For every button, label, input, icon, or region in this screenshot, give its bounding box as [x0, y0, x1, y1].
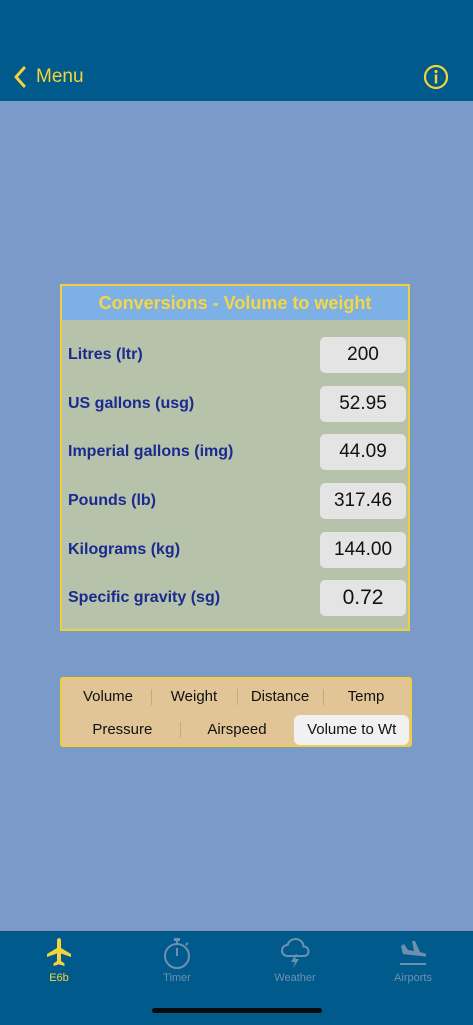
- tab-label-weather: Weather: [274, 972, 316, 984]
- segment-pressure[interactable]: Pressure: [65, 715, 180, 745]
- specific-gravity-field[interactable]: 0.72: [320, 580, 406, 616]
- conversion-type-selector: Volume Weight Distance Temp Pressure Air…: [60, 677, 412, 747]
- row-imperial-gallons: Imperial gallons (img) 44.09: [68, 433, 406, 471]
- tab-label-e6b: E6b: [49, 972, 69, 984]
- tab-e6b[interactable]: E6b: [0, 932, 118, 992]
- row-pounds: Pounds (lb) 317.46: [68, 482, 406, 520]
- row-litres: Litres (ltr) 200: [68, 336, 406, 374]
- row-kilograms: Kilograms (kg) 144.00: [68, 531, 406, 569]
- tab-weather[interactable]: Weather: [236, 932, 354, 992]
- segment-row-2: Pressure Airspeed Volume to Wt: [65, 715, 410, 745]
- info-icon[interactable]: [423, 64, 449, 90]
- imperial-gallons-field[interactable]: 44.09: [320, 434, 406, 470]
- airplane-icon: [47, 938, 71, 966]
- row-label-litres: Litres (ltr): [68, 346, 143, 363]
- tab-label-airports: Airports: [394, 972, 432, 984]
- back-button[interactable]: Menu: [12, 62, 84, 92]
- segment-row-1: Volume Weight Distance Temp: [65, 682, 409, 712]
- card-title: Conversions - Volume to weight: [62, 286, 408, 320]
- tab-timer[interactable]: Timer: [118, 932, 236, 992]
- home-indicator: [152, 1008, 322, 1013]
- airplane-landing-icon: [400, 941, 427, 965]
- stopwatch-icon: [164, 938, 190, 969]
- navigation-bar: Menu: [0, 0, 473, 101]
- segment-volume[interactable]: Volume: [65, 682, 151, 712]
- row-label-specific-gravity: Specific gravity (sg): [68, 589, 221, 606]
- chevron-left-icon: [14, 66, 26, 88]
- segment-distance[interactable]: Distance: [237, 682, 323, 712]
- row-label-us-gallons: US gallons (usg): [68, 395, 195, 412]
- tab-label-timer: Timer: [163, 972, 191, 984]
- row-label-kilograms: Kilograms (kg): [68, 541, 181, 558]
- tab-airports[interactable]: Airports: [354, 932, 472, 992]
- litres-field[interactable]: 200: [320, 337, 406, 373]
- segment-volume-to-wt[interactable]: Volume to Wt: [294, 715, 410, 745]
- conversion-card: Conversions - Volume to weight Litres (l…: [60, 284, 410, 631]
- row-us-gallons: US gallons (usg) 52.95: [68, 385, 406, 423]
- segment-airspeed[interactable]: Airspeed: [179, 715, 295, 745]
- segment-weight[interactable]: Weight: [151, 682, 237, 712]
- row-label-imperial-gallons: Imperial gallons (img): [68, 443, 234, 460]
- row-label-pounds: Pounds (lb): [68, 492, 156, 509]
- back-button-label: Menu: [36, 66, 84, 87]
- pounds-field[interactable]: 317.46: [320, 483, 406, 519]
- segment-temp[interactable]: Temp: [323, 682, 409, 712]
- kilograms-field[interactable]: 144.00: [320, 532, 406, 568]
- row-specific-gravity: Specific gravity (sg) 0.72: [68, 579, 406, 617]
- thunderstorm-icon: [280, 937, 310, 968]
- us-gallons-field[interactable]: 52.95: [320, 386, 406, 422]
